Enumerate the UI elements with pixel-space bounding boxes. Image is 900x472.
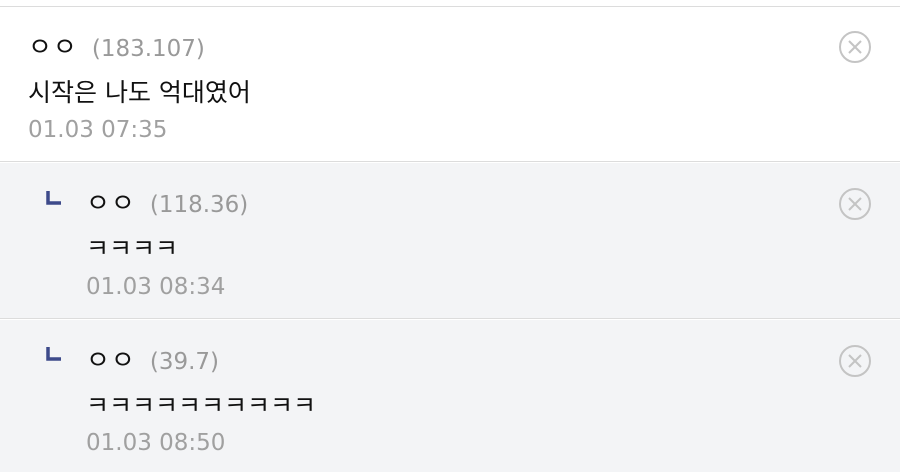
delete-comment-button[interactable] xyxy=(838,344,871,377)
delete-comment-button[interactable] xyxy=(838,187,871,220)
comment-author[interactable]: ㅇㅇ xyxy=(86,340,136,377)
comment-author[interactable]: ㅇㅇ xyxy=(28,27,78,64)
comment-timestamp: 01.03 08:50 xyxy=(86,430,226,456)
comment-header: ㅇㅇ (39.7) xyxy=(86,340,219,377)
comment-timestamp: 01.03 07:35 xyxy=(28,117,168,143)
comment-text: ㅋㅋㅋㅋㅋㅋㅋㅋㅋㅋ xyxy=(86,391,317,420)
comment-item: ㅇㅇ (183.107) 시작은 나도 억대였어 01.03 07:35 xyxy=(0,7,900,162)
reply-item: ㅇㅇ (39.7) ㅋㅋㅋㅋㅋㅋㅋㅋㅋㅋ 01.03 08:50 xyxy=(0,320,900,472)
comment-header: ㅇㅇ (118.36) xyxy=(86,183,248,220)
comment-timestamp: 01.03 08:34 xyxy=(86,274,226,300)
close-circle-icon xyxy=(839,188,871,220)
comment-ip: (118.36) xyxy=(149,192,249,218)
close-circle-icon xyxy=(839,31,871,63)
comment-ip: (39.7) xyxy=(149,349,220,375)
reply-arrow-icon xyxy=(46,347,61,361)
reply-arrow-icon xyxy=(46,191,61,205)
comment-author[interactable]: ㅇㅇ xyxy=(86,183,136,220)
comment-header: ㅇㅇ (183.107) xyxy=(28,27,205,64)
delete-comment-button[interactable] xyxy=(838,30,871,63)
comment-text: 시작은 나도 억대였어 xyxy=(28,78,251,107)
comment-ip: (183.107) xyxy=(91,36,205,62)
close-circle-icon xyxy=(839,345,871,377)
reply-item: ㅇㅇ (118.36) ㅋㅋㅋㅋ 01.03 08:34 xyxy=(0,163,900,319)
comment-text: ㅋㅋㅋㅋ xyxy=(86,234,179,263)
